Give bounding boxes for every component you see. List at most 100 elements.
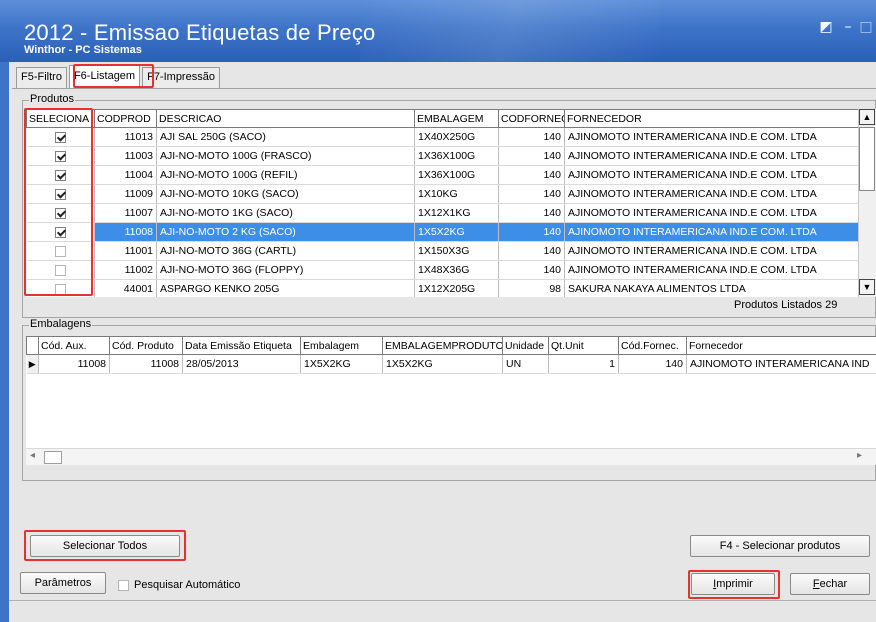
fornecedor-cell: AJINOMOTO INTERAMERICANA IND.E COM. LTDA [564, 241, 858, 261]
embalagemproduto-cell: 1X5X2KG [382, 354, 503, 374]
codprod-cell: 11001 [94, 241, 157, 261]
col-cod-produto[interactable]: Cód. Produto [109, 336, 183, 355]
seleciona-cell[interactable] [26, 260, 95, 280]
fornecedor-cell: AJINOMOTO INTERAMERICANA IND.E COM. LTDA [564, 222, 858, 242]
table-row[interactable]: 11013 AJI SAL 250G (SACO) 1X40X250G 140 … [26, 127, 858, 147]
table-row[interactable]: 11004 AJI-NO-MOTO 100G (REFIL) 1X36X100G… [26, 165, 858, 185]
col-cod-aux[interactable]: Cód. Aux. [38, 336, 110, 355]
seleciona-cell[interactable] [26, 279, 95, 297]
tab-listagem[interactable]: F6-Listagem [68, 65, 141, 88]
parametros-button[interactable]: Parâmetros [20, 572, 106, 594]
produtos-header-row: SELECIONA CODPROD DESCRICAO EMBALAGEM CO… [26, 109, 858, 128]
codprod-cell: 11002 [94, 260, 157, 280]
restore-icon[interactable]: ◩ [818, 20, 834, 34]
imprimir-button[interactable]: Imprimir [691, 573, 775, 595]
selecionar-todos-button[interactable]: Selecionar Todos [30, 535, 180, 557]
window-left-border [0, 62, 9, 622]
minimize-icon[interactable]: – [840, 20, 856, 34]
row-checkbox[interactable] [54, 150, 66, 162]
table-row[interactable]: 11003 AJI-NO-MOTO 100G (FRASCO) 1X36X100… [26, 146, 858, 166]
data-emissao-cell: 28/05/2013 [182, 354, 301, 374]
table-row[interactable]: 11002 AJI-NO-MOTO 36G (FLOPPY) 1X48X36G … [26, 260, 858, 280]
col-seleciona[interactable]: SELECIONA [26, 109, 95, 128]
embalagem-cell: 1X5X2KG [414, 222, 499, 242]
seleciona-cell[interactable] [26, 165, 95, 185]
table-row[interactable]: 44001 ASPARGO KENKO 205G 1X12X205G 98 SA… [26, 279, 858, 297]
row-checkbox[interactable] [54, 169, 66, 181]
scroll-right-icon[interactable]: ▸ [857, 450, 862, 461]
tab-impressao[interactable]: F7-Impressão [142, 67, 220, 88]
tab-filtro[interactable]: F5-Filtro [16, 67, 67, 88]
row-checkbox[interactable] [54, 283, 66, 295]
embalagem-cell: 1X10KG [414, 184, 499, 204]
seleciona-cell[interactable] [26, 241, 95, 261]
seleciona-cell[interactable] [26, 203, 95, 223]
descricao-cell: AJI-NO-MOTO 36G (FLOPPY) [156, 260, 415, 280]
fornecedor-cell: AJINOMOTO INTERAMERICANA IND.E COM. LTDA [564, 165, 858, 185]
produtos-vscroll[interactable]: ▲ ▼ [858, 109, 876, 297]
embalagens-table: Cód. Aux. Cód. Produto Data Emissão Etiq… [26, 336, 876, 374]
descricao-cell: AJI-NO-MOTO 10KG (SACO) [156, 184, 415, 204]
col-codprod[interactable]: CODPROD [94, 109, 157, 128]
col-data-emissao[interactable]: Data Emissão Etiqueta [182, 336, 301, 355]
col-descricao[interactable]: DESCRICAO [156, 109, 415, 128]
embalagem-cell: 1X48X36G [414, 260, 499, 280]
fechar-accel: F [812, 578, 820, 590]
fornecedor-cell: AJINOMOTO INTERAMERICANA IND.E COM. LTDA [564, 203, 858, 223]
scroll-thumb[interactable] [859, 127, 875, 191]
row-checkbox[interactable] [54, 131, 66, 143]
pesquisar-automatico-box[interactable] [118, 579, 129, 591]
row-checkbox[interactable] [54, 207, 66, 219]
table-row[interactable]: ▶ 11008 11008 28/05/2013 1X5X2KG 1X5X2KG… [26, 354, 876, 374]
codfornec-cell: 140 [498, 222, 565, 242]
row-checkbox[interactable] [54, 226, 66, 238]
embalagem-cell: 1X12X1KG [414, 203, 499, 223]
embalagens-grid-viewport: Cód. Aux. Cód. Produto Data Emissão Etiq… [26, 336, 876, 448]
codfornec-cell: 98 [498, 279, 565, 297]
codfornec-cell: 140 [498, 203, 565, 223]
row-checkbox[interactable] [54, 264, 66, 276]
cod-aux-cell: 11008 [38, 354, 110, 374]
seleciona-cell[interactable] [26, 127, 95, 147]
table-row[interactable]: 11009 AJI-NO-MOTO 10KG (SACO) 1X10KG 140… [26, 184, 858, 204]
codfornec-cell: 140 [498, 165, 565, 185]
col-fornecedor[interactable]: FORNECEDOR [564, 109, 858, 128]
col-embalagem[interactable]: Embalagem [300, 336, 383, 355]
fornecedor-cell: SAKURA NAKAYA ALIMENTOS LTDA [564, 279, 858, 297]
col-embalagem[interactable]: EMBALAGEM [414, 109, 499, 128]
codfornec-cell: 140 [498, 241, 565, 261]
seleciona-cell[interactable] [26, 222, 95, 242]
qt-unit-cell: 1 [548, 354, 619, 374]
seleciona-cell[interactable] [26, 146, 95, 166]
title-bar[interactable]: 2012 - Emissao Etiquetas de Preço Wintho… [0, 0, 876, 62]
col-fornecedor[interactable]: Fornecedor [686, 336, 876, 355]
embalagens-hscroll[interactable]: ◂ ▸ [26, 448, 876, 465]
codprod-cell: 44001 [94, 279, 157, 297]
embalagem-cell: 1X40X250G [414, 127, 499, 147]
f4-selecionar-produtos-button[interactable]: F4 - Selecionar produtos [690, 535, 870, 557]
title-bar-sheen [360, 0, 660, 62]
codfornec-cell: 140 [498, 127, 565, 147]
col-codfornec[interactable]: CODFORNEC [498, 109, 565, 128]
row-checkbox[interactable] [54, 245, 66, 257]
produtos-group-label: Produtos [29, 93, 76, 105]
descricao-cell: AJI-NO-MOTO 1KG (SACO) [156, 203, 415, 223]
maximize-icon[interactable]: □ [858, 20, 874, 34]
window-title: 2012 - Emissao Etiquetas de Preço [24, 20, 376, 45]
scroll-up-icon[interactable]: ▲ [859, 109, 875, 125]
codfornec-cell: 140 [498, 184, 565, 204]
scroll-down-icon[interactable]: ▼ [859, 279, 875, 295]
fechar-button[interactable]: Fechar [790, 573, 870, 595]
pesquisar-automatico-checkbox[interactable]: Pesquisar Automático [118, 579, 240, 591]
hscroll-thumb[interactable] [44, 451, 62, 464]
col-cod-fornec[interactable]: Cód.Fornec. [618, 336, 687, 355]
table-row[interactable]: 11001 AJI-NO-MOTO 36G (CARTL) 1X150X3G 1… [26, 241, 858, 261]
scroll-left-icon[interactable]: ◂ [30, 450, 35, 461]
row-checkbox[interactable] [54, 188, 66, 200]
table-row[interactable]: 11007 AJI-NO-MOTO 1KG (SACO) 1X12X1KG 14… [26, 203, 858, 223]
col-qt-unit[interactable]: Qt.Unit [548, 336, 619, 355]
table-row-selected[interactable]: 11008 AJI-NO-MOTO 2 KG (SACO) 1X5X2KG 14… [26, 222, 858, 242]
col-embalagemproduto[interactable]: EMBALAGEMPRODUTO [382, 336, 503, 355]
seleciona-cell[interactable] [26, 184, 95, 204]
col-unidade[interactable]: Unidade [502, 336, 549, 355]
